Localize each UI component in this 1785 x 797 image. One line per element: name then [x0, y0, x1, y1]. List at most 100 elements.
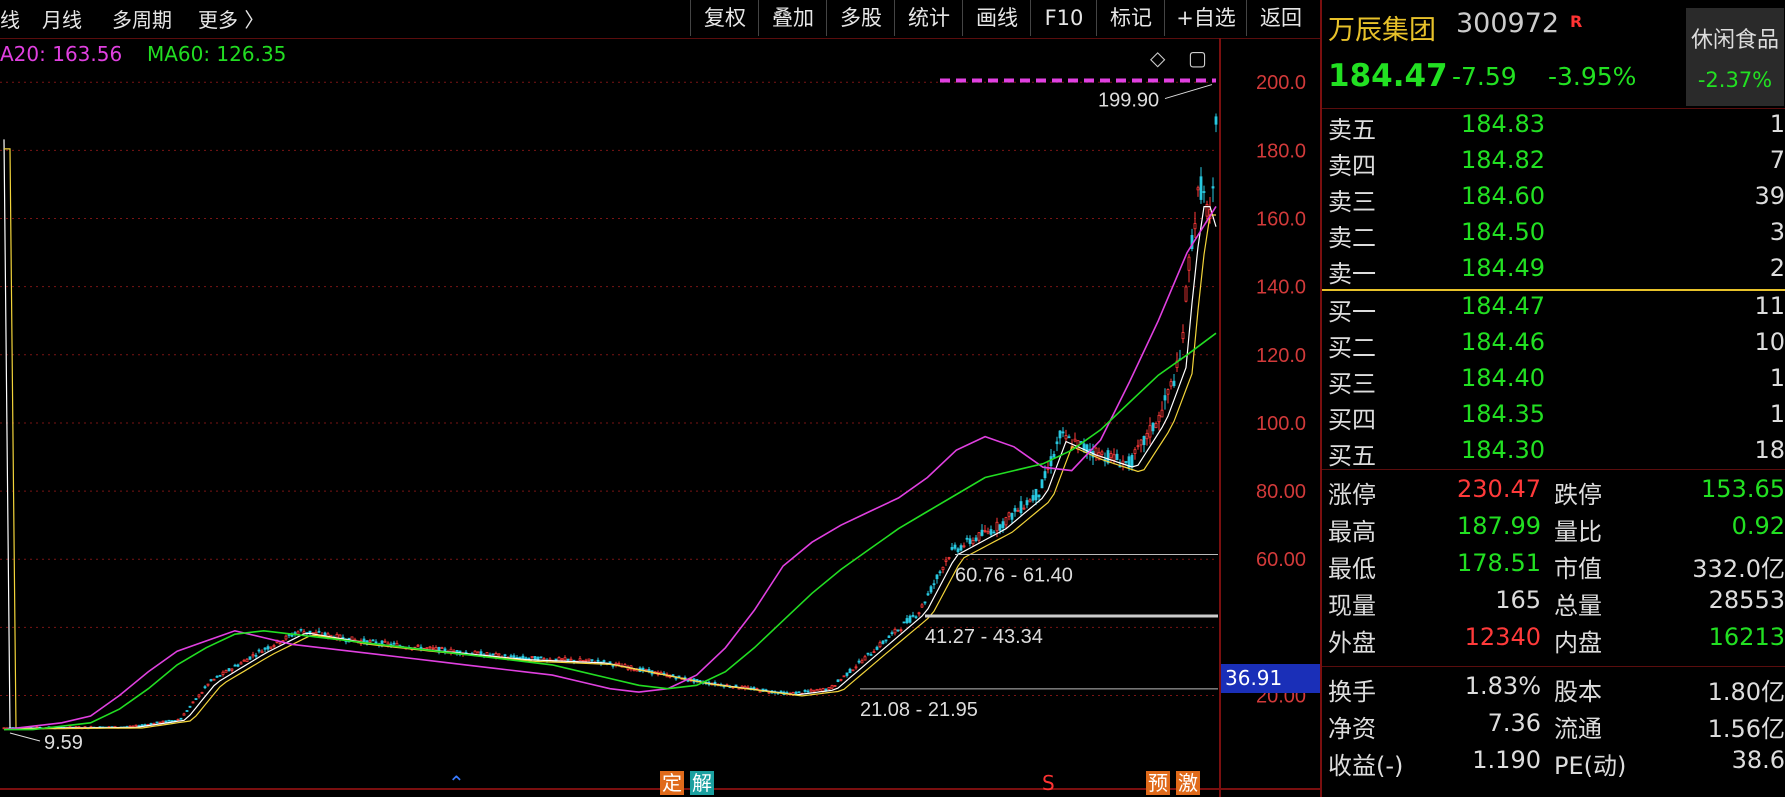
candle-body: [1037, 494, 1041, 498]
overlay-button[interactable]: 叠加: [758, 0, 827, 36]
ask-row[interactable]: 卖二 184.50 3: [1322, 218, 1785, 254]
candle-body: [236, 664, 240, 667]
more-menu[interactable]: 更多 〉: [198, 4, 264, 33]
candle-body: [992, 531, 996, 534]
ask-row[interactable]: 卖五 184.83 1: [1322, 110, 1785, 146]
divider: [1322, 469, 1785, 470]
bid-row[interactable]: 买四 184.35 1: [1322, 400, 1785, 436]
stat-label: PE(动): [1554, 752, 1627, 780]
candle-body: [1058, 430, 1062, 439]
candle-body: [206, 683, 210, 686]
candle-body: [869, 654, 873, 656]
back-button[interactable]: 返回: [1246, 0, 1315, 36]
stat-label: 流通: [1554, 715, 1602, 743]
event-marker-yu[interactable]: 预: [1146, 771, 1170, 795]
candle-body: [158, 721, 162, 724]
range-label: 60.76 - 61.40: [955, 564, 1073, 586]
candle-body: [944, 559, 948, 562]
high-price-label: 199.90: [1098, 90, 1159, 112]
stock-terminal: 线 月线 多周期 更多 〉 复权 叠加 多股 统计 画线 F10 标记 +自选 …: [0, 0, 1785, 797]
candle-body: [1184, 286, 1188, 302]
window-icon[interactable]: ▢: [1188, 46, 1207, 70]
candle-body: [428, 646, 432, 649]
stat-label: 跌停: [1554, 481, 1602, 509]
bid-row[interactable]: 买五 184.30 18: [1322, 436, 1785, 472]
period-tab-month[interactable]: 月线: [42, 4, 82, 33]
ask-volume: 1: [1769, 110, 1785, 138]
kline-chart[interactable]: 200.0 180.0 160.0 140.0 120.0 100.0 80.00 60.00…: [0, 38, 1320, 797]
candle-body: [938, 571, 942, 574]
candle-body: [254, 654, 258, 657]
candle-body: [521, 655, 525, 660]
stock-name[interactable]: 万辰集团: [1328, 8, 1436, 47]
candle-body: [1148, 425, 1152, 438]
add-watchlist-button[interactable]: +自选: [1164, 0, 1247, 36]
event-marker-arrow[interactable]: ⌃: [446, 771, 467, 795]
candle-body: [263, 647, 267, 650]
candle-body: [932, 583, 936, 586]
candle-body: [509, 655, 513, 658]
candle-body: [251, 654, 255, 657]
candle-body: [134, 724, 138, 727]
bid-label: 买四: [1328, 406, 1376, 434]
ma20-line: [3, 205, 1217, 731]
candle-body: [935, 574, 939, 580]
stat-label: 股本: [1554, 678, 1602, 706]
f10-button[interactable]: F10: [1030, 0, 1097, 36]
event-marker-ji[interactable]: 激: [1176, 771, 1200, 795]
event-marker-ding[interactable]: 定: [660, 771, 684, 795]
mark-button[interactable]: 标记: [1096, 0, 1165, 36]
candle-body: [1010, 512, 1014, 520]
candle-body: [323, 632, 327, 636]
candle-body: [1013, 508, 1017, 512]
ask-row[interactable]: 卖一 184.49 2: [1322, 254, 1785, 290]
candle-body: [596, 659, 600, 662]
candle-body: [1124, 461, 1128, 463]
candle-body: [884, 639, 888, 642]
kline-svg[interactable]: 200.0 180.0 160.0 140.0 120.0 100.0 80.00 60.00…: [0, 38, 1320, 797]
candle-body: [317, 630, 321, 633]
stat-value: 230.47: [1457, 475, 1541, 503]
adjust-button[interactable]: 复权: [690, 0, 759, 36]
candle-body: [314, 631, 318, 635]
candle-body: [1181, 332, 1185, 340]
ask-row[interactable]: 卖三 184.60 39: [1322, 182, 1785, 218]
bid-price: 184.46: [1461, 328, 1545, 356]
candle-body: [587, 658, 591, 661]
event-marker-jie[interactable]: 解: [690, 771, 714, 795]
ask-volume: 39: [1754, 182, 1785, 210]
statistics-button[interactable]: 统计: [894, 0, 963, 36]
candle-body: [1160, 409, 1164, 418]
bid-volume: 10: [1754, 328, 1785, 356]
draw-line-button[interactable]: 画线: [962, 0, 1031, 36]
candle-body: [296, 631, 300, 635]
multi-stock-button[interactable]: 多股: [826, 0, 895, 36]
period-tab-day[interactable]: 线: [0, 4, 20, 33]
candle-body: [971, 540, 975, 545]
candle-body: [209, 679, 213, 682]
diamond-icon[interactable]: ◇: [1150, 46, 1165, 70]
candle-body: [833, 685, 837, 687]
y-tick-label: 120.0: [1256, 345, 1306, 367]
candle-body: [530, 656, 534, 658]
period-tab-multi[interactable]: 多周期: [112, 4, 172, 33]
candle-body: [842, 675, 846, 678]
candle-body: [1007, 512, 1011, 517]
ask-price: 184.50: [1461, 218, 1545, 246]
bid-row[interactable]: 买三 184.40 1: [1322, 364, 1785, 400]
candle-body: [1154, 423, 1158, 429]
ask-row[interactable]: 卖四 184.82 7: [1322, 146, 1785, 182]
price-change-pct: -3.95%: [1548, 62, 1637, 91]
stat-value: 1.83%: [1464, 672, 1541, 700]
bid-price: 184.40: [1461, 364, 1545, 392]
candle-body: [140, 724, 144, 727]
candle-body: [866, 652, 870, 655]
bid-row[interactable]: 买一 184.47 11: [1322, 292, 1785, 328]
ask-price: 184.49: [1461, 254, 1545, 282]
event-marker-s[interactable]: S: [1040, 771, 1057, 795]
cursor-price-tag: 36.91: [1221, 664, 1320, 693]
sector-box[interactable]: 休闲食品 -2.37%: [1686, 8, 1784, 106]
candle-body: [1121, 460, 1125, 464]
candle-body: [926, 593, 930, 596]
bid-row[interactable]: 买二 184.46 10: [1322, 328, 1785, 364]
